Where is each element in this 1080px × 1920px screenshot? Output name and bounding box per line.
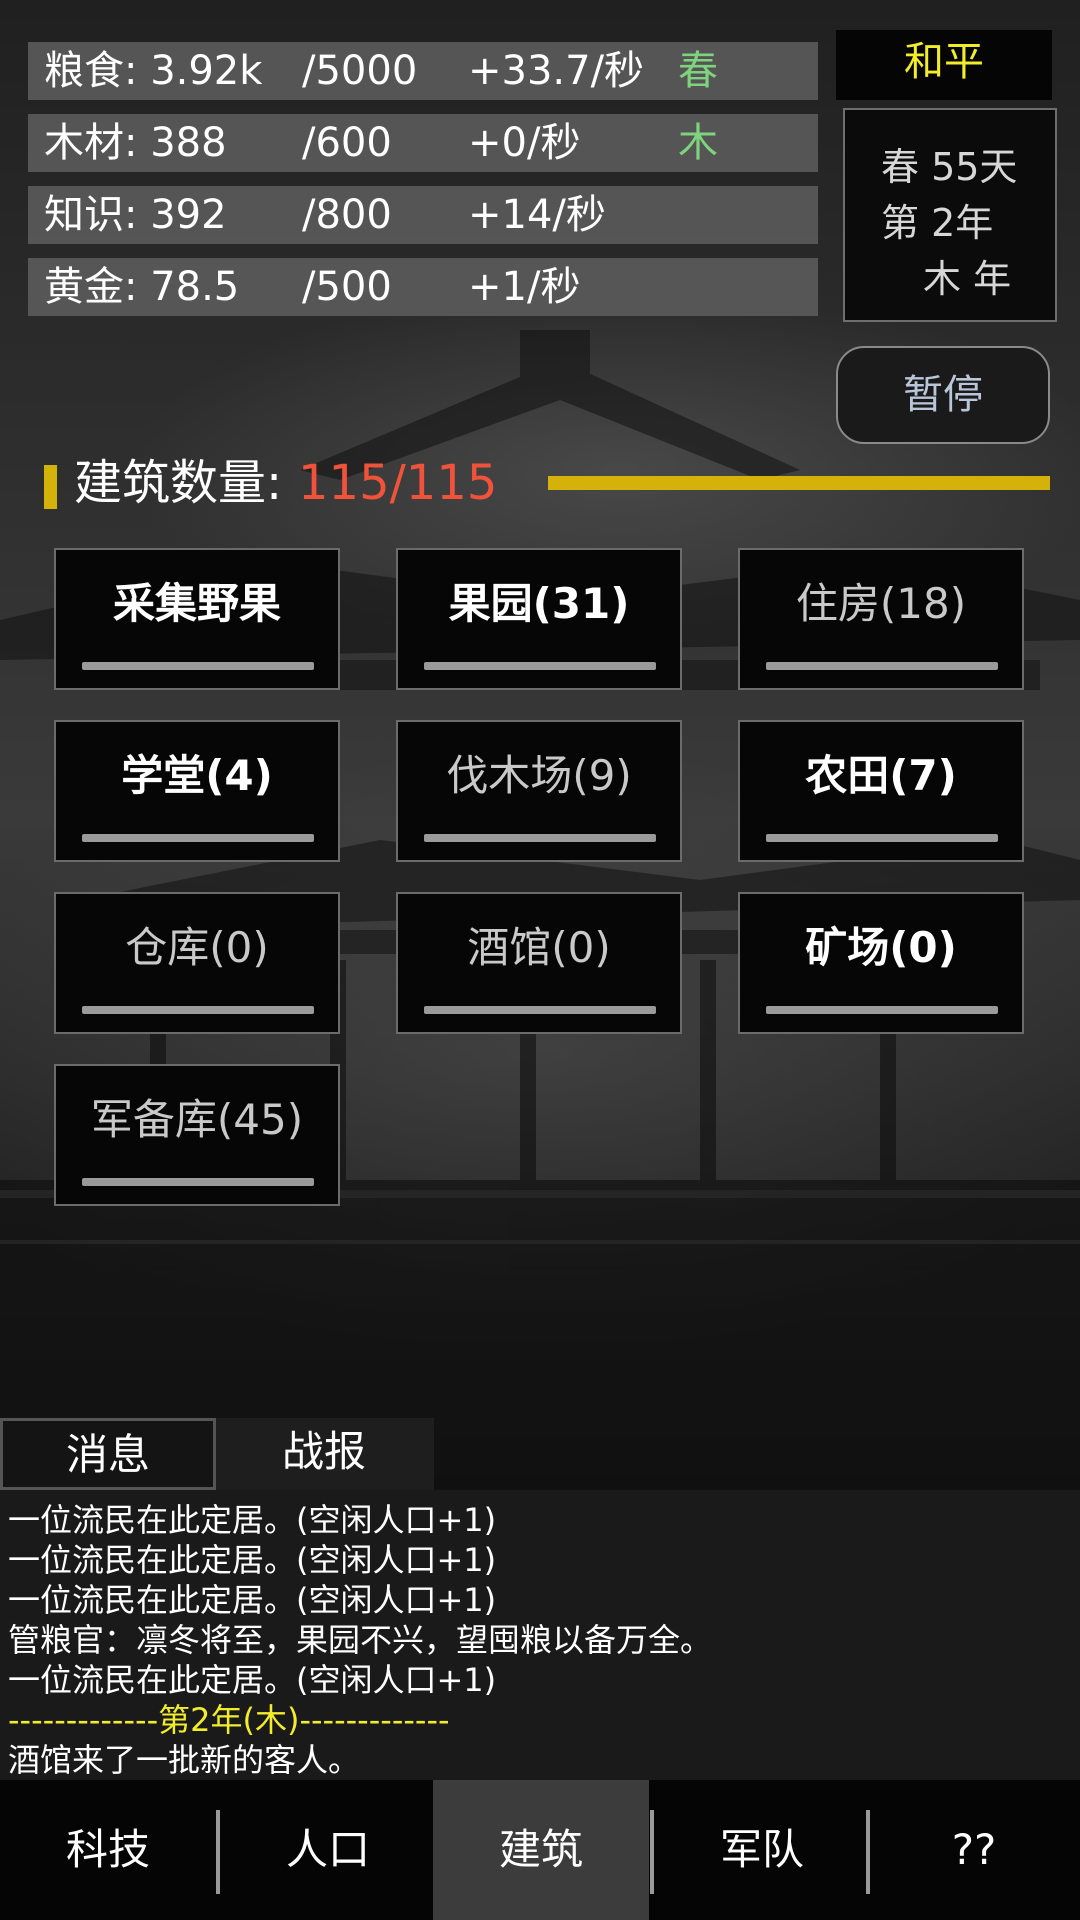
- building-progress-bar: [424, 1006, 656, 1014]
- peace-status: 和平: [836, 30, 1052, 100]
- resource-capacity: /600: [302, 120, 392, 166]
- building-button-tavern[interactable]: 酒馆(0): [396, 892, 682, 1034]
- calendar-element-year: 木 年: [923, 257, 1012, 301]
- building-label: 采集野果: [112, 579, 281, 628]
- resource-element-tag: 木: [678, 120, 718, 166]
- log-year-divider: -------------第2年(木)-------------: [8, 1701, 450, 1739]
- building-label: 住房(18): [795, 579, 967, 628]
- building-progress-bar: [82, 1006, 314, 1014]
- tab-battle-report[interactable]: 战报: [216, 1418, 432, 1490]
- log-line: 一位流民在此定居。(空闲人口+1): [8, 1661, 497, 1699]
- building-button-armory[interactable]: 军备库(45): [54, 1064, 340, 1206]
- building-button-warehouse[interactable]: 仓库(0): [54, 892, 340, 1034]
- nav-buildings[interactable]: 建筑: [433, 1780, 649, 1920]
- building-progress-bar: [424, 662, 656, 670]
- calendar-season-day: 春 55天: [881, 145, 1018, 189]
- building-label: 矿场(0): [805, 923, 957, 972]
- building-button-farmland[interactable]: 农田(7): [738, 720, 1024, 862]
- building-button-orchard[interactable]: 果园(31): [396, 548, 682, 690]
- pause-button[interactable]: 暂停: [836, 346, 1050, 444]
- resource-name: 知识: 392: [44, 192, 227, 238]
- building-progress-bar: [424, 834, 656, 842]
- nav-unknown[interactable]: ??: [866, 1780, 1080, 1920]
- building-button-housing[interactable]: 住房(18): [738, 548, 1024, 690]
- building-count-label: 建筑数量:: [74, 455, 283, 511]
- building-label: 学堂(4): [121, 751, 273, 800]
- log-line: 酒馆来了一批新的客人。: [8, 1741, 361, 1779]
- section-marker: [44, 465, 57, 509]
- building-label: 伐木场(9): [446, 751, 632, 800]
- resource-name: 黄金: 78.5: [44, 264, 240, 310]
- building-count-value: 115/115: [298, 455, 498, 511]
- calendar-year: 第 2年: [881, 201, 994, 245]
- resource-name: 粮食: 3.92k: [44, 48, 263, 94]
- resource-capacity: /800: [302, 192, 392, 238]
- resource-rate: +0/秒: [468, 120, 581, 166]
- building-progress-bar: [82, 834, 314, 842]
- resource-season-tag: 春: [678, 48, 718, 94]
- building-label: 酒馆(0): [467, 923, 611, 972]
- log-line: 一位流民在此定居。(空闲人口+1): [8, 1581, 497, 1619]
- building-progress-bar: [766, 834, 998, 842]
- building-button-gather-fruit[interactable]: 采集野果: [54, 548, 340, 690]
- building-label: 军备库(45): [90, 1095, 304, 1144]
- building-label: 农田(7): [805, 751, 957, 800]
- building-label: 仓库(0): [125, 923, 269, 972]
- nav-tech[interactable]: 科技: [0, 1780, 216, 1920]
- building-progress-bar: [766, 662, 998, 670]
- building-label: 果园(31): [448, 579, 630, 628]
- calendar-panel: 春 55天 第 2年 木 年: [843, 108, 1057, 322]
- message-log[interactable]: 一位流民在此定居。(空闲人口+1) 一位流民在此定居。(空闲人口+1) 一位流民…: [0, 1490, 1080, 1780]
- building-button-school[interactable]: 学堂(4): [54, 720, 340, 862]
- log-line: 一位流民在此定居。(空闲人口+1): [8, 1501, 497, 1539]
- resource-capacity: /500: [302, 264, 392, 310]
- tab-messages[interactable]: 消息: [0, 1418, 216, 1490]
- building-button-lumber-yard[interactable]: 伐木场(9): [396, 720, 682, 862]
- log-tabs: 消息 战报: [0, 1418, 434, 1490]
- resource-row-food: 粮食: 3.92k /5000 +33.7/秒 春: [28, 42, 818, 100]
- resource-row-gold: 黄金: 78.5 /500 +1/秒: [28, 258, 818, 316]
- nav-army[interactable]: 军队: [654, 1780, 870, 1920]
- building-progress-bar: [766, 1006, 998, 1014]
- building-button-mine[interactable]: 矿场(0): [738, 892, 1024, 1034]
- bottom-nav: 科技 人口 建筑 军队 ??: [0, 1780, 1080, 1920]
- building-count-bar: [548, 476, 1050, 490]
- resource-row-wood: 木材: 388 /600 +0/秒 木: [28, 114, 818, 172]
- resource-row-knowledge: 知识: 392 /800 +14/秒: [28, 186, 818, 244]
- building-progress-bar: [82, 1178, 314, 1186]
- resource-rate: +33.7/秒: [468, 48, 645, 94]
- resource-rate: +1/秒: [468, 264, 581, 310]
- building-progress-bar: [82, 662, 314, 670]
- resource-name: 木材: 388: [44, 120, 227, 166]
- nav-population[interactable]: 人口: [220, 1780, 436, 1920]
- log-line: 一位流民在此定居。(空闲人口+1): [8, 1541, 497, 1579]
- log-line: 管粮官：凛冬将至，果园不兴，望囤粮以备万全。: [8, 1621, 713, 1659]
- resource-capacity: /5000: [302, 48, 418, 94]
- resource-rate: +14/秒: [468, 192, 606, 238]
